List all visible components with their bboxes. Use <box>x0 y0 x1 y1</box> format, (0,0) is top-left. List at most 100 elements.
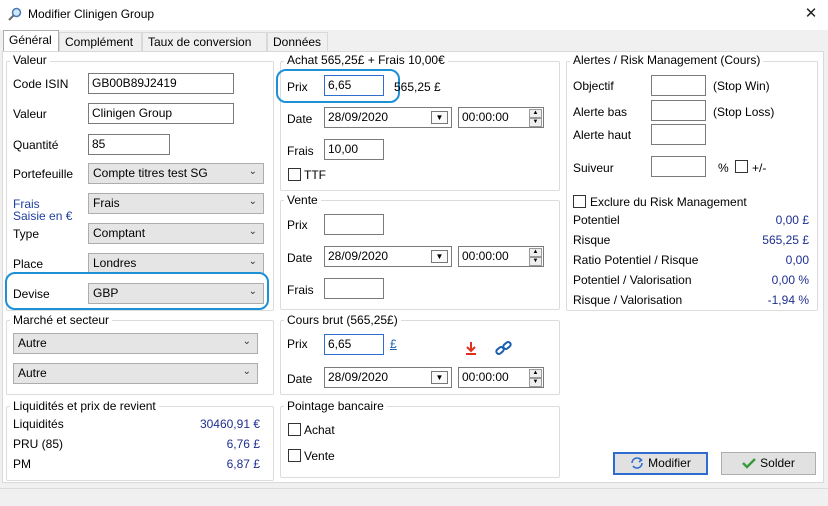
solder-button[interactable]: Solder <box>721 452 816 475</box>
vente-date-label: Date <box>287 251 313 265</box>
chevron-down-icon: ⌄ <box>248 196 257 207</box>
quantite-input[interactable]: 85 <box>88 134 170 155</box>
valeur-group-title: Valeur <box>10 53 50 67</box>
cours-date-value: 28/09/2020 <box>328 370 389 384</box>
calendar-icon[interactable]: ▼ <box>431 250 448 263</box>
vente-prix-input[interactable] <box>324 214 384 235</box>
modifier-button-label: Modifier <box>648 456 691 470</box>
achat-date-value: 28/09/2020 <box>328 110 389 124</box>
spin-down-icon[interactable]: ▼ <box>529 257 542 266</box>
spin-up-icon[interactable]: ▲ <box>529 369 542 378</box>
risque-valorisation-label: Risque / Valorisation <box>573 293 683 307</box>
devise-select[interactable]: GBP ⌄ <box>88 283 264 304</box>
vente-date-picker[interactable]: 28/09/2020 ▼ <box>324 246 452 267</box>
risque-value: 565,25 £ <box>762 233 809 247</box>
vente-group-title: Vente <box>284 193 321 207</box>
potentiel-value: 0,00 £ <box>775 213 809 227</box>
ttf-checkbox[interactable] <box>288 168 301 181</box>
plusminus-label: +/- <box>752 161 767 175</box>
achat-frais-input[interactable]: 10,00 <box>324 139 384 160</box>
achat-date-picker[interactable]: 28/09/2020 ▼ <box>324 107 452 128</box>
achat-frais-label: Frais <box>287 144 314 158</box>
secteur-select[interactable]: Autre ⌄ <box>13 363 258 384</box>
frais-saisie-label: Saisie en € <box>13 209 73 223</box>
cours-time-spinner[interactable]: 00:00:00 ▲ ▼ <box>458 367 544 388</box>
cours-date-picker[interactable]: 28/09/2020 ▼ <box>324 367 452 388</box>
vente-time-spinner[interactable]: 00:00:00 ▲ ▼ <box>458 246 544 267</box>
calendar-icon[interactable]: ▼ <box>431 371 448 384</box>
currency-link[interactable]: £ <box>390 337 397 351</box>
ratio-label: Ratio Potentiel / Risque <box>573 253 699 267</box>
pointage-achat-label: Achat <box>304 423 335 437</box>
type-label: Type <box>13 227 40 241</box>
spin-up-icon[interactable]: ▲ <box>529 248 542 257</box>
spin-down-icon[interactable]: ▼ <box>529 118 542 127</box>
ratio-value: 0,00 <box>785 253 809 267</box>
vente-frais-label: Frais <box>287 283 314 297</box>
link-icon[interactable] <box>495 340 513 356</box>
calendar-icon[interactable]: ▼ <box>431 111 448 124</box>
vente-date-value: 28/09/2020 <box>328 249 389 263</box>
type-value: Comptant <box>93 226 146 240</box>
tab-donnees[interactable]: Données <box>267 32 328 51</box>
vente-frais-input[interactable] <box>324 278 384 299</box>
objectif-label: Objectif <box>573 79 614 93</box>
code-isin-input[interactable]: GB00B89J2419 <box>88 73 234 94</box>
achat-prix-input[interactable]: 6,65 <box>324 75 384 96</box>
download-icon[interactable] <box>463 340 479 356</box>
objectif-input[interactable] <box>651 75 706 96</box>
chevron-down-icon: ⌄ <box>248 256 257 267</box>
frais-value: Frais <box>93 196 120 210</box>
solder-button-label: Solder <box>760 456 795 470</box>
title-bar: Modifier Clinigen Group ✕ <box>0 0 828 30</box>
potentiel-label: Potentiel <box>573 213 620 227</box>
close-button[interactable]: ✕ <box>800 4 822 24</box>
pointage-vente-checkbox[interactable] <box>288 449 301 462</box>
achat-time-spinner[interactable]: 00:00:00 ▲ ▼ <box>458 107 544 128</box>
marche-select[interactable]: Autre ⌄ <box>13 333 258 354</box>
suiveur-percent: % <box>718 161 729 175</box>
status-bar <box>0 488 828 506</box>
chevron-down-icon: ⌄ <box>242 336 251 347</box>
valeur-label: Valeur <box>13 107 47 121</box>
portefeuille-select[interactable]: Compte titres test SG ⌄ <box>88 163 264 184</box>
place-label: Place <box>13 257 44 271</box>
pm-value: 6,87 £ <box>226 457 260 471</box>
valeur-input[interactable]: Clinigen Group <box>88 103 234 124</box>
chevron-down-icon: ⌄ <box>248 226 257 237</box>
secteur-value: Autre <box>18 366 47 380</box>
tab-taux-de-conversion[interactable]: Taux de conversion <box>142 32 267 51</box>
pointage-achat-checkbox[interactable] <box>288 423 301 436</box>
achat-total: 565,25 £ <box>394 80 441 94</box>
plusminus-checkbox[interactable] <box>735 160 748 173</box>
suiveur-label: Suiveur <box>573 161 614 175</box>
chevron-down-icon: ⌄ <box>248 166 257 177</box>
exclure-checkbox[interactable] <box>573 195 586 208</box>
spin-down-icon[interactable]: ▼ <box>529 378 542 387</box>
modifier-button[interactable]: Modifier <box>613 452 708 475</box>
devise-label: Devise <box>13 287 50 301</box>
frais-select[interactable]: Frais ⌄ <box>88 193 264 214</box>
marche-value: Autre <box>18 336 47 350</box>
chevron-down-icon: ⌄ <box>242 366 251 377</box>
tab-general[interactable]: Général <box>3 30 59 52</box>
alerte-haut-input[interactable] <box>651 124 706 145</box>
devise-value: GBP <box>93 286 119 300</box>
potentiel-valorisation-value: 0,00 % <box>771 273 809 287</box>
alerte-bas-label: Alerte bas <box>573 105 628 119</box>
cours-time-value: 00:00:00 <box>462 370 509 384</box>
potentiel-valorisation-label: Potentiel / Valorisation <box>573 273 692 287</box>
pointage-group <box>280 406 560 478</box>
achat-prix-label: Prix <box>287 80 308 94</box>
pointage-vente-label: Vente <box>304 449 335 463</box>
spin-up-icon[interactable]: ▲ <box>529 109 542 118</box>
place-select[interactable]: Londres ⌄ <box>88 253 264 274</box>
cours-prix-input[interactable]: 6,65 <box>324 334 384 355</box>
exclure-label: Exclure du Risk Management <box>590 195 747 209</box>
place-value: Londres <box>93 256 137 270</box>
tab-complement[interactable]: Complément <box>59 32 142 51</box>
refresh-icon <box>631 457 643 469</box>
type-select[interactable]: Comptant ⌄ <box>88 223 264 244</box>
alerte-bas-input[interactable] <box>651 100 706 121</box>
suiveur-input[interactable] <box>651 156 706 177</box>
